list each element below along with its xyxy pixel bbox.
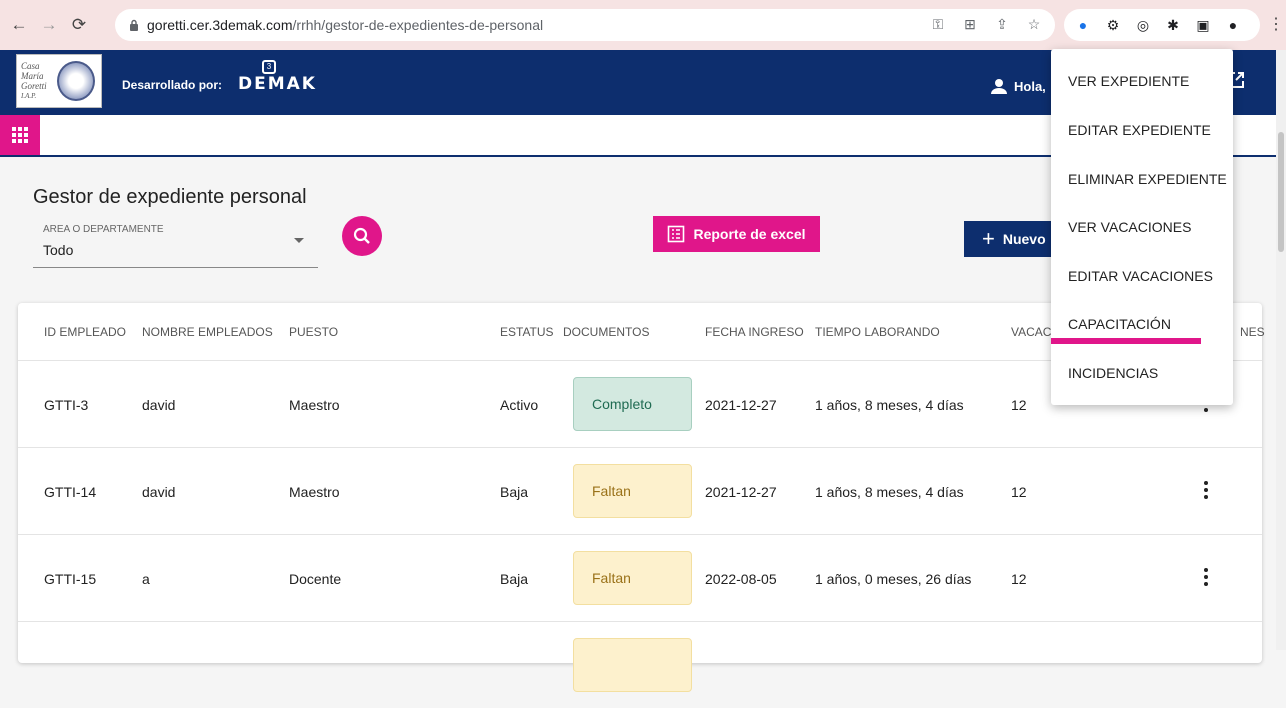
menu-item-ver-expediente[interactable]: VER EXPEDIENTE [1068, 73, 1189, 89]
plus-icon: + [982, 226, 995, 251]
user-icon [991, 79, 1007, 94]
extensions-area: ● ⚙ ◎ ✱ ▣ ● [1064, 9, 1260, 41]
address-bar[interactable]: goretti.cer.3demak.com/rrhh/gestor-de-ex… [115, 9, 1055, 41]
star-icon[interactable]: ☆ [1025, 16, 1043, 33]
browser-toolbar: ← → ⟳ goretti.cer.3demak.com/rrhh/gestor… [0, 0, 1286, 50]
cell-id: GTTI-14 [44, 484, 97, 500]
cell-estatus: Baja [500, 484, 529, 500]
url-text: goretti.cer.3demak.com/rrhh/gestor-de-ex… [147, 17, 544, 33]
menu-item-eliminar-expediente[interactable]: ELIMINAR EXPEDIENTE [1068, 171, 1227, 187]
search-icon [353, 227, 370, 244]
cell-vacaciones: 12 [1011, 484, 1027, 500]
header-id[interactable]: ID EMPLEADO [44, 325, 126, 339]
cell-fecha: 2021-12-27 [705, 397, 777, 413]
menu-item-incidencias[interactable]: INCIDENCIAS [1068, 365, 1158, 381]
cell-tiempo: 1 años, 0 meses, 26 días [815, 571, 972, 587]
dropdown-caret-icon [294, 238, 304, 243]
translate-icon[interactable]: ⊞ [961, 16, 979, 33]
capacitacion-highlight-mark [1051, 338, 1201, 344]
more-vert-icon[interactable]: ⋮ [1268, 14, 1284, 34]
header-acciones[interactable]: NES [1240, 325, 1265, 339]
area-label: AREA O DEPARTAMENTE [43, 224, 164, 235]
scrollbar-thumb[interactable] [1278, 132, 1284, 252]
cell-nombre: david [142, 397, 176, 413]
cell-puesto: Maestro [289, 484, 340, 500]
page-title: Gestor de expediente personal [33, 186, 307, 208]
cell-estatus: Activo [500, 397, 539, 413]
back-icon[interactable]: ← [8, 14, 30, 36]
cell-vacaciones: 12 [1011, 571, 1027, 587]
menu-item-capacitacion[interactable]: CAPACITACIÓN [1068, 316, 1171, 332]
excel-report-button[interactable]: Reporte de excel [653, 216, 820, 252]
header-vacaciones[interactable]: VACACI [1011, 325, 1055, 339]
table-row: GTTI-14 david Maestro Baja Faltan 2021-1… [18, 447, 1262, 534]
user-greeting[interactable]: Hola, [990, 78, 1046, 94]
sidepanel-icon[interactable]: ▣ [1194, 17, 1212, 34]
area-department-select[interactable]: AREA O DEPARTAMENTE Todo [33, 218, 318, 268]
cell-nombre: a [142, 571, 150, 587]
menu-item-ver-vacaciones[interactable]: VER VACACIONES [1068, 219, 1191, 235]
key-icon[interactable]: ⚿ [929, 16, 947, 33]
casa-maria-goretti-logo[interactable]: Casa María Goretti I.A.P. [16, 54, 102, 108]
documents-badge: Completo [573, 377, 692, 431]
share-icon[interactable]: ⇪ [993, 16, 1011, 33]
profile-avatar-icon[interactable]: ● [1224, 17, 1242, 33]
table-row: GTTI-15 a Docente Baja Faltan 2022-08-05… [18, 534, 1262, 621]
row-actions-icon[interactable] [1204, 481, 1208, 499]
cell-fecha: 2021-12-27 [705, 484, 777, 500]
circle-icon[interactable]: ◎ [1134, 17, 1152, 34]
row-actions-icon[interactable] [1204, 568, 1208, 586]
cloud-icon[interactable]: ● [1074, 17, 1092, 33]
apps-grid-icon [12, 127, 28, 143]
cell-puesto: Docente [289, 571, 342, 587]
lock-icon [130, 19, 138, 31]
header-nombre[interactable]: NOMBRE EMPLEADOS [142, 325, 273, 339]
cell-vacaciones: 12 [1011, 397, 1027, 413]
robot-icon[interactable]: ⚙ [1104, 17, 1122, 34]
documents-badge-partial [573, 638, 692, 692]
logo-text: Casa María Goretti I.A.P. [21, 61, 47, 100]
cell-nombre: david [142, 484, 176, 500]
forward-icon[interactable]: → [38, 14, 60, 36]
menu-item-editar-expediente[interactable]: EDITAR EXPEDIENTE [1068, 122, 1211, 138]
search-button[interactable] [342, 216, 382, 256]
new-employee-button[interactable]: + Nuevo [964, 221, 1064, 257]
demak-logo: 3 DEMAK [238, 60, 317, 94]
logo-seal-icon [57, 61, 95, 101]
header-tiempo[interactable]: TIEMPO LABORANDO [815, 325, 940, 339]
area-value: Todo [43, 242, 74, 258]
cell-estatus: Baja [500, 571, 529, 587]
cell-id: GTTI-15 [44, 571, 97, 587]
cell-tiempo: 1 años, 8 meses, 4 días [815, 484, 964, 500]
spreadsheet-icon [668, 225, 685, 243]
documents-badge: Faltan [573, 551, 692, 605]
header-estatus[interactable]: ESTATUS [500, 325, 554, 339]
developed-by-label: Desarrollado por: [122, 78, 223, 92]
table-row [18, 621, 1262, 708]
row-actions-menu: VER EXPEDIENTE EDITAR EXPEDIENTE ELIMINA… [1051, 49, 1233, 405]
cell-tiempo: 1 años, 8 meses, 4 días [815, 397, 964, 413]
menu-item-editar-vacaciones[interactable]: EDITAR VACACIONES [1068, 268, 1213, 284]
documents-badge: Faltan [573, 464, 692, 518]
page-scrollbar[interactable] [1276, 50, 1286, 650]
puzzle-icon[interactable]: ✱ [1164, 17, 1182, 34]
cell-puesto: Maestro [289, 397, 340, 413]
header-fecha[interactable]: FECHA INGRESO [705, 325, 804, 339]
cell-fecha: 2022-08-05 [705, 571, 777, 587]
header-puesto[interactable]: PUESTO [289, 325, 338, 339]
reload-icon[interactable]: ⟳ [68, 14, 90, 36]
apps-menu-button[interactable] [0, 115, 40, 155]
cell-id: GTTI-3 [44, 397, 89, 413]
header-documentos[interactable]: DOCUMENTOS [563, 325, 649, 339]
